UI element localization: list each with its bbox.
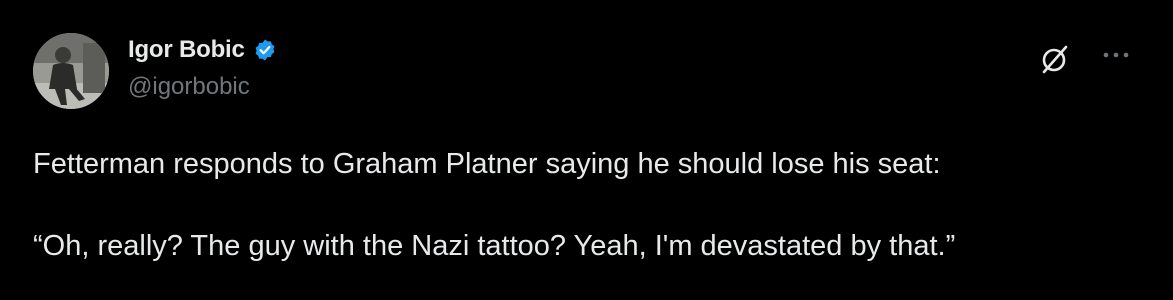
avatar[interactable]: [33, 33, 109, 109]
tweet-text: Fetterman responds to Graham Platner say…: [33, 146, 1143, 264]
author-name-row: Igor Bobic: [128, 33, 277, 67]
verified-badge-icon: [253, 38, 277, 62]
avatar-photo: [33, 33, 109, 109]
grok-icon[interactable]: [1038, 42, 1072, 76]
more-options-icon[interactable]: [1098, 45, 1134, 65]
author-handle[interactable]: @igorbobic: [128, 73, 250, 101]
tweet-paragraph: “Oh, really? The guy with the Nazi tatto…: [33, 230, 956, 262]
tweet-card: Igor Bobic @igorbobic Fetterman responds…: [0, 0, 1173, 300]
author-display-name[interactable]: Igor Bobic: [128, 36, 245, 64]
tweet-paragraph: Fetterman responds to Graham Platner say…: [33, 148, 941, 180]
